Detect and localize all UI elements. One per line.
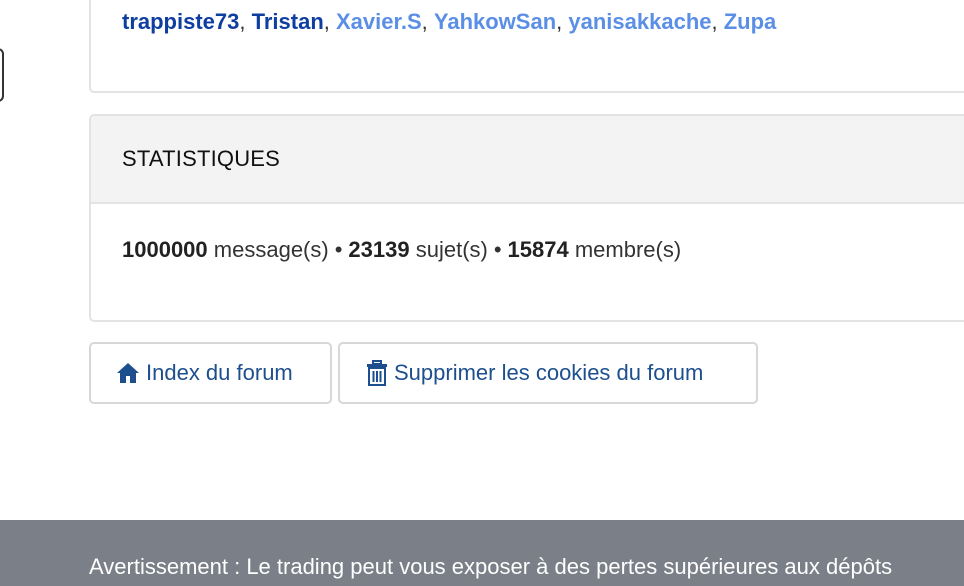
bullet: •: [334, 237, 343, 262]
forum-index-button[interactable]: Index du forum: [89, 342, 332, 404]
user-link[interactable]: trappiste73: [122, 9, 239, 34]
separator: ,: [556, 9, 569, 34]
separator: ,: [711, 9, 724, 34]
user-link[interactable]: Tristan: [252, 9, 324, 34]
online-users-list: trappiste73, Tristan, Xavier.S, YahkowSa…: [122, 9, 776, 35]
members-count: 15874: [507, 237, 569, 262]
collapsed-panel-toggle[interactable]: [0, 48, 4, 102]
user-link[interactable]: Xavier.S: [336, 9, 422, 34]
user-link[interactable]: YahkowSan: [434, 9, 556, 34]
bullet: •: [493, 237, 502, 262]
footer-warning: Avertissement : Le trading peut vous exp…: [89, 554, 893, 579]
statistics-header: STATISTIQUES: [91, 116, 964, 204]
statistics-title: STATISTIQUES: [122, 146, 281, 171]
online-users-panel: trappiste73, Tristan, Xavier.S, YahkowSa…: [89, 0, 964, 93]
messages-label: message(s): [213, 237, 329, 262]
topics-count: 23139: [348, 237, 410, 262]
delete-cookies-label: Supprimer les cookies du forum: [394, 360, 704, 385]
members-label: membre(s): [574, 237, 682, 262]
forum-index-label: Index du forum: [146, 360, 293, 385]
delete-cookies-button[interactable]: Supprimer les cookies du forum: [338, 342, 758, 404]
messages-count: 1000000: [122, 237, 208, 262]
topics-label: sujet(s): [415, 237, 488, 262]
user-link[interactable]: Zupa: [724, 9, 777, 34]
separator: ,: [323, 9, 336, 34]
statistics-summary: 1000000 message(s) • 23139 sujet(s) • 15874 …: [122, 237, 681, 263]
user-link[interactable]: yanisakkache: [568, 9, 711, 34]
statistics-panel: STATISTIQUES 1000000 message(s) • 23139 su…: [89, 114, 964, 322]
home-icon: [116, 361, 140, 385]
separator: ,: [421, 9, 434, 34]
footer: Avertissement : Le trading peut vous exp…: [0, 520, 964, 586]
separator: ,: [239, 9, 252, 34]
trash-icon: [366, 360, 388, 386]
